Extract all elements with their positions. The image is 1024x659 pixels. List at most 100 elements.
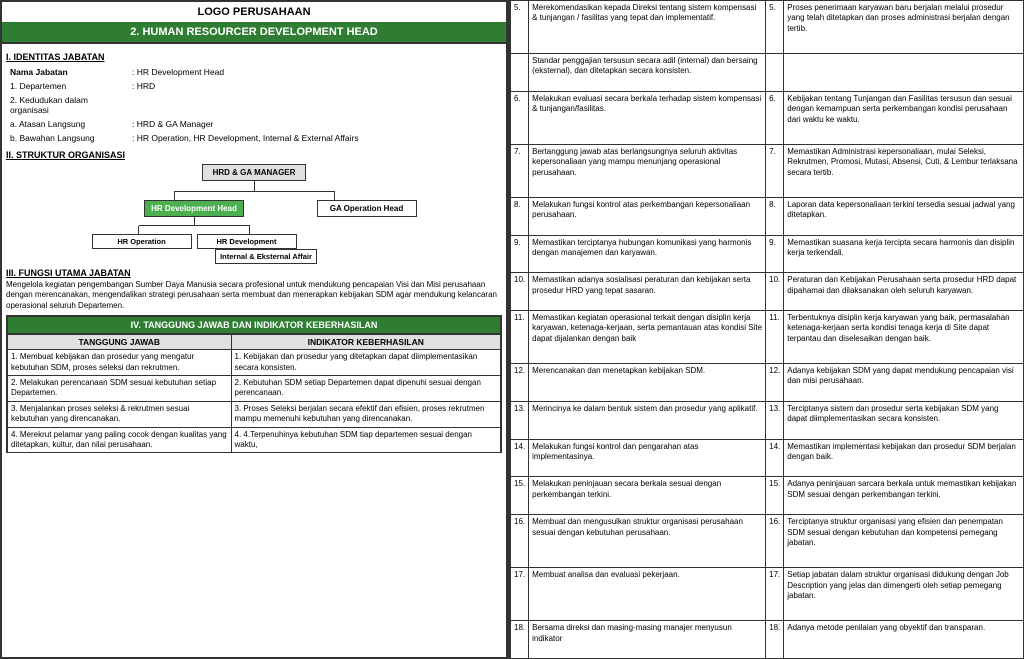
table-row: 6.Melakukan evaluasi secara berkala terh… <box>511 91 1024 144</box>
row-num-right: 16. <box>766 515 784 568</box>
right-tj-cell: Bersama direksi dan masing-masing manaje… <box>529 621 766 659</box>
title-header: 2. HUMAN RESOURCER DEVELOPMENT HEAD <box>0 22 508 44</box>
funsi-text: Mengelola kegiatan pengembangan Sumber D… <box>6 280 502 311</box>
section1-title: I. IDENTITAS JABATAN <box>6 52 502 62</box>
right-tj-cell: Melakukan fungsi kontrol atas perkembang… <box>529 197 766 235</box>
table-row: 16.Membuat dan mengusulkan struktur orga… <box>511 515 1024 568</box>
tj-cell-3: 3. Menjalankan proses seleksi & rekrutme… <box>8 401 232 427</box>
nama-jabatan-label: Nama Jabatan <box>8 66 128 78</box>
row-num-right: 5. <box>766 1 784 54</box>
table-row: 5.Merekomendasikan kepada Direksi tentan… <box>511 1 1024 54</box>
row-num-left: 12. <box>511 364 529 402</box>
departemen-label: 1. Departemen <box>8 80 128 92</box>
ik-cell-1: 1. Kebijakan dan prosedur yang ditetapka… <box>231 350 501 376</box>
kedudukan-value <box>130 94 500 116</box>
row-num-right: 11. <box>766 311 784 364</box>
row-num-right: 14. <box>766 439 784 477</box>
right-ik-cell: Adanya metode penilaian yang obyektif da… <box>784 621 1024 659</box>
org-hr-development: HR Development <box>197 234 297 249</box>
row-num-right: 12. <box>766 364 784 402</box>
tj-cell-1: 1. Membuat kebijakan dan prosedur yang m… <box>8 350 232 376</box>
right-panel: 5.Merekomendasikan kepada Direksi tentan… <box>510 0 1024 659</box>
table-row: 8.Melakukan fungsi kontrol atas perkemba… <box>511 197 1024 235</box>
right-ik-cell: Setiap jabatan dalam struktur organisasi… <box>784 568 1024 621</box>
right-ik-cell: Peraturan dan Kebijakan Perusahaan serta… <box>784 273 1024 311</box>
right-tj-cell: Bertanggung jawab atas berlangsungnya se… <box>529 144 766 197</box>
ik-cell-2: 2. Kebutuhan SDM setiap Departemen dapat… <box>231 375 501 401</box>
ik-cell-4: 4. 4.Terpenuhinya kebutuhan SDM tiap dep… <box>231 427 501 453</box>
bawahan-value: : HR Operation, HR Development, Internal… <box>130 132 500 144</box>
table-row: 12.Merencanakan dan menetapkan kebijakan… <box>511 364 1024 402</box>
row-num-left: 6. <box>511 91 529 144</box>
right-tj-cell: Membuat analisa dan evaluasi pekerjaan. <box>529 568 766 621</box>
table-row: 1. Membuat kebijakan dan prosedur yang m… <box>8 350 501 376</box>
row-num-left: 14. <box>511 439 529 477</box>
table-row: 7.Bertanggung jawab atas berlangsungnya … <box>511 144 1024 197</box>
left-content: I. IDENTITAS JABATAN Nama Jabatan : HR D… <box>0 44 508 659</box>
bawahan-label: b. Bawahan Langsung <box>8 132 128 144</box>
row-num-left: 11. <box>511 311 529 364</box>
row-num-left: 10. <box>511 273 529 311</box>
row-num-left: 8. <box>511 197 529 235</box>
row-num-right: 8. <box>766 197 784 235</box>
row-num-right <box>766 54 784 92</box>
row-num-left <box>511 54 529 92</box>
row-num-left: 7. <box>511 144 529 197</box>
tj-table: TANGGUNG JAWAB INDIKATOR KEBERHASILAN 1.… <box>7 334 501 453</box>
right-tj-cell: Melakukan fungsi kontrol dan pengarahan … <box>529 439 766 477</box>
right-tj-cell: Merencanakan dan menetapkan kebijakan SD… <box>529 364 766 402</box>
right-ik-cell: Terciptanya sistem dan prosedur serta ke… <box>784 401 1024 439</box>
right-tj-cell: Memastikan terciptanya hubungan komunika… <box>529 235 766 273</box>
org-hr-dev-head: HR Development Head <box>144 200 244 217</box>
right-table: 5.Merekomendasikan kepada Direksi tentan… <box>510 0 1024 659</box>
section3-title: III. FUNGSI UTAMA JABATAN <box>6 268 502 278</box>
logo-header: LOGO PERUSAHAAN <box>0 0 508 22</box>
right-ik-cell: Terciptanya struktur organisasi yang efi… <box>784 515 1024 568</box>
table-row: 14.Melakukan fungsi kontrol dan pengarah… <box>511 439 1024 477</box>
org-ga-operation-head: GA Operation Head <box>317 200 417 217</box>
right-ik-cell: Proses penerimaan karyawan baru berjalan… <box>784 1 1024 54</box>
row-num-right: 6. <box>766 91 784 144</box>
right-ik-cell: Memastikan Administrasi kepersonaliaan, … <box>784 144 1024 197</box>
row-num-right: 15. <box>766 477 784 515</box>
org-top-box: HRD & GA MANAGER <box>202 164 307 181</box>
right-ik-cell: Terbentuknya disiplin kerja karyawan yan… <box>784 311 1024 364</box>
row-num-left: 18. <box>511 621 529 659</box>
right-tj-cell: Merincinya ke dalam bentuk sistem dan pr… <box>529 401 766 439</box>
row-num-left: 9. <box>511 235 529 273</box>
table-row: 15.Melakukan peninjauan secara berkala s… <box>511 477 1024 515</box>
table-row: 11.Memastikan kegiatan operasional terka… <box>511 311 1024 364</box>
org-internal-eksternal: Internal & Eksternal Affair <box>215 249 317 264</box>
ik-cell-3: 3. Proses Seleksi berjalan secara efekti… <box>231 401 501 427</box>
nama-jabatan-value: : HR Development Head <box>130 66 500 78</box>
org-hr-operation: HR Operation <box>92 234 192 249</box>
table-row: 3. Menjalankan proses seleksi & rekrutme… <box>8 401 501 427</box>
row-num-left: 13. <box>511 401 529 439</box>
tj-cell-2: 2. Melakukan perencanaan SDM sesuai kebu… <box>8 375 232 401</box>
row-num-left: 17. <box>511 568 529 621</box>
table-row: 10.Memastikan adanya sosialisasi peratur… <box>511 273 1024 311</box>
row-num-right: 7. <box>766 144 784 197</box>
row-num-right: 10. <box>766 273 784 311</box>
right-tj-cell: Standar penggajian tersusun secara adil … <box>529 54 766 92</box>
right-ik-cell: Memastikan implementasi kebijakan dan pr… <box>784 439 1024 477</box>
right-ik-cell: Adanya kebijakan SDM yang dapat mendukun… <box>784 364 1024 402</box>
table-row: 18.Bersama direksi dan masing-masing man… <box>511 621 1024 659</box>
table-row: 9.Memastikan terciptanya hubungan komuni… <box>511 235 1024 273</box>
right-ik-cell: Memastikan suasana kerja tercipta secara… <box>784 235 1024 273</box>
right-tj-cell: Memastikan adanya sosialisasi peraturan … <box>529 273 766 311</box>
atasan-value: : HRD & GA Manager <box>130 118 500 130</box>
row-num-right: 9. <box>766 235 784 273</box>
atasan-label: a. Atasan Langsung <box>8 118 128 130</box>
right-tj-cell: Membuat dan mengusulkan struktur organis… <box>529 515 766 568</box>
identity-table: Nama Jabatan : HR Development Head 1. De… <box>6 64 502 146</box>
section2-title: II. STRUKTUR ORGANISASI <box>6 150 502 160</box>
right-tj-cell: Merekomendasikan kepada Direksi tentang … <box>529 1 766 54</box>
row-num-right: 13. <box>766 401 784 439</box>
table-row: 13.Merincinya ke dalam bentuk sistem dan… <box>511 401 1024 439</box>
right-ik-cell: Kebijakan tentang Tunjangan dan Fasilita… <box>784 91 1024 144</box>
col2-header: INDIKATOR KEBERHASILAN <box>231 335 501 350</box>
right-tj-cell: Memastikan kegiatan operasional terkait … <box>529 311 766 364</box>
table-row: 4. Merekrut pelamar yang paling cocok de… <box>8 427 501 453</box>
right-ik-cell <box>784 54 1024 92</box>
